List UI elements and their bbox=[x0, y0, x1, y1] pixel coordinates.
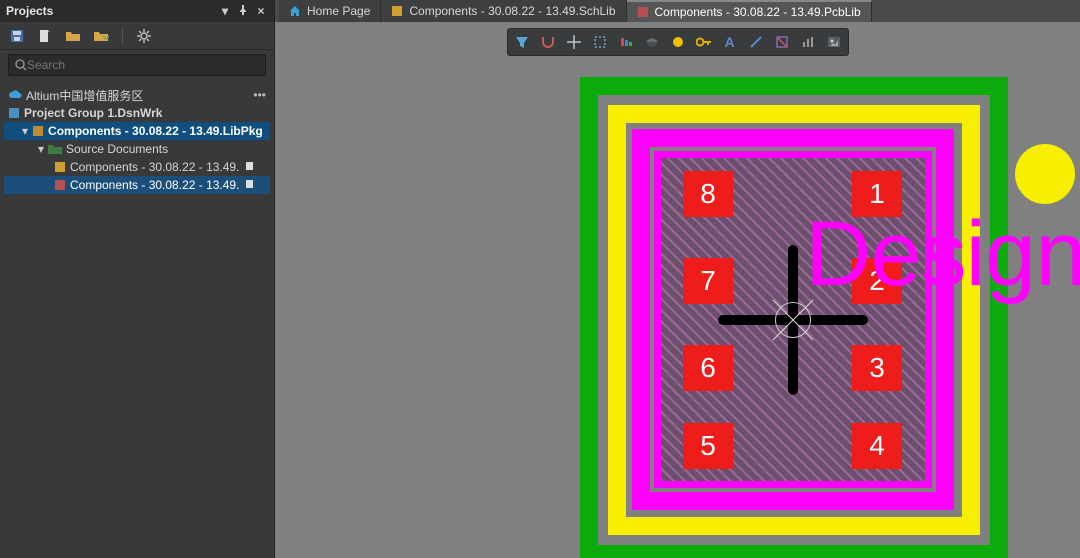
tab-home[interactable]: Home Page bbox=[279, 0, 381, 22]
pcblib-icon bbox=[637, 6, 649, 18]
panel-pin-icon[interactable] bbox=[236, 4, 250, 18]
workspace-label: Project Group 1.DsnWrk bbox=[24, 106, 162, 120]
image-icon[interactable] bbox=[822, 31, 846, 53]
filter-icon[interactable] bbox=[510, 31, 534, 53]
schlib-row[interactable]: Components - 30.08.22 - 13.49. bbox=[4, 158, 270, 176]
dimension-icon[interactable] bbox=[770, 31, 794, 53]
overflow-icon[interactable]: ••• bbox=[253, 88, 266, 102]
panel-toolbar bbox=[0, 22, 274, 50]
pkg-icon bbox=[32, 125, 44, 137]
pcb-canvas[interactable]: A 81726354 bbox=[275, 22, 1080, 558]
schlib-icon bbox=[54, 161, 66, 173]
new-file-icon[interactable] bbox=[36, 27, 54, 45]
project-tree: Altium中国增值服务区 ••• Project Group 1.DsnWrk… bbox=[0, 80, 274, 194]
libpkg-label: Components - 30.08.22 - 13.49.LibPkg bbox=[48, 124, 263, 138]
tab-schlib[interactable]: Components - 30.08.22 - 13.49.SchLib bbox=[381, 0, 626, 22]
pcblib-label: Components - 30.08.22 - 13.49. bbox=[70, 178, 239, 192]
pin-icon bbox=[238, 5, 248, 15]
libpkg-row[interactable]: ▾ Components - 30.08.22 - 13.49.LibPkg bbox=[4, 122, 270, 140]
panel-close-icon[interactable]: × bbox=[254, 4, 268, 18]
collapse-icon[interactable]: ▾ bbox=[22, 124, 28, 138]
save-icon[interactable] bbox=[8, 27, 26, 45]
workspace-row[interactable]: Project Group 1.DsnWrk bbox=[4, 104, 270, 122]
folder-icon bbox=[48, 144, 62, 154]
line-icon[interactable] bbox=[744, 31, 768, 53]
pcblib-icon bbox=[54, 179, 66, 191]
open-marker-icon bbox=[245, 160, 255, 174]
pad-4[interactable]: 4 bbox=[852, 423, 902, 469]
canvas-toolbar: A bbox=[507, 28, 849, 56]
pad-3[interactable]: 3 bbox=[852, 345, 902, 391]
crosshair-icon[interactable] bbox=[562, 31, 586, 53]
search-box[interactable] bbox=[8, 54, 266, 76]
panel-header: Projects ▾ × bbox=[0, 0, 274, 22]
panel-title: Projects bbox=[6, 4, 53, 18]
align-icon[interactable] bbox=[614, 31, 638, 53]
tab-pcblib-label: Components - 30.08.22 - 13.49.PcbLib bbox=[655, 5, 861, 19]
panel-dropdown-icon[interactable]: ▾ bbox=[218, 4, 232, 18]
cloud-label: Altium中国增值服务区 bbox=[26, 87, 143, 104]
pad-8[interactable]: 8 bbox=[683, 171, 733, 217]
workspace-icon bbox=[8, 107, 20, 119]
document-tabs: Home Page Components - 30.08.22 - 13.49.… bbox=[275, 0, 1080, 22]
snap-icon[interactable] bbox=[536, 31, 560, 53]
key-icon[interactable] bbox=[692, 31, 716, 53]
designator-text: Designator bbox=[805, 202, 1080, 307]
text-icon[interactable]: A bbox=[718, 31, 742, 53]
search-icon bbox=[15, 59, 27, 71]
open-marker-icon bbox=[245, 178, 255, 192]
schlib-label: Components - 30.08.22 - 13.49. bbox=[70, 160, 239, 174]
pad-7[interactable]: 7 bbox=[683, 258, 733, 304]
collapse-icon[interactable]: ▾ bbox=[38, 142, 44, 156]
source-folder-row[interactable]: ▾ Source Documents bbox=[4, 140, 270, 158]
tab-home-label: Home Page bbox=[307, 4, 370, 18]
pad-5[interactable]: 5 bbox=[683, 423, 733, 469]
highlight-yellow-icon[interactable] bbox=[666, 31, 690, 53]
folder-arrow-icon[interactable] bbox=[92, 27, 110, 45]
cloud-icon bbox=[8, 90, 22, 100]
tab-pcblib[interactable]: Components - 30.08.22 - 13.49.PcbLib bbox=[627, 0, 872, 22]
layer-3d-icon[interactable] bbox=[640, 31, 664, 53]
search-input[interactable] bbox=[27, 58, 259, 72]
source-folder-label: Source Documents bbox=[66, 142, 168, 156]
gear-icon[interactable] bbox=[135, 27, 153, 45]
folder-open-icon[interactable] bbox=[64, 27, 82, 45]
pcblib-row[interactable]: Components - 30.08.22 - 13.49. bbox=[4, 176, 270, 194]
pin-one-marker bbox=[1015, 144, 1075, 204]
pad-6[interactable]: 6 bbox=[683, 345, 733, 391]
projects-panel: Projects ▾ × Altium中国增值服务区 bbox=[0, 0, 275, 558]
cloud-workspace-row[interactable]: Altium中国增值服务区 ••• bbox=[4, 86, 270, 104]
home-icon bbox=[289, 5, 301, 17]
tab-schlib-label: Components - 30.08.22 - 13.49.SchLib bbox=[409, 4, 615, 18]
selection-icon[interactable] bbox=[588, 31, 612, 53]
schlib-icon bbox=[391, 5, 403, 17]
chart-icon[interactable] bbox=[796, 31, 820, 53]
editor-area: Home Page Components - 30.08.22 - 13.49.… bbox=[275, 0, 1080, 558]
